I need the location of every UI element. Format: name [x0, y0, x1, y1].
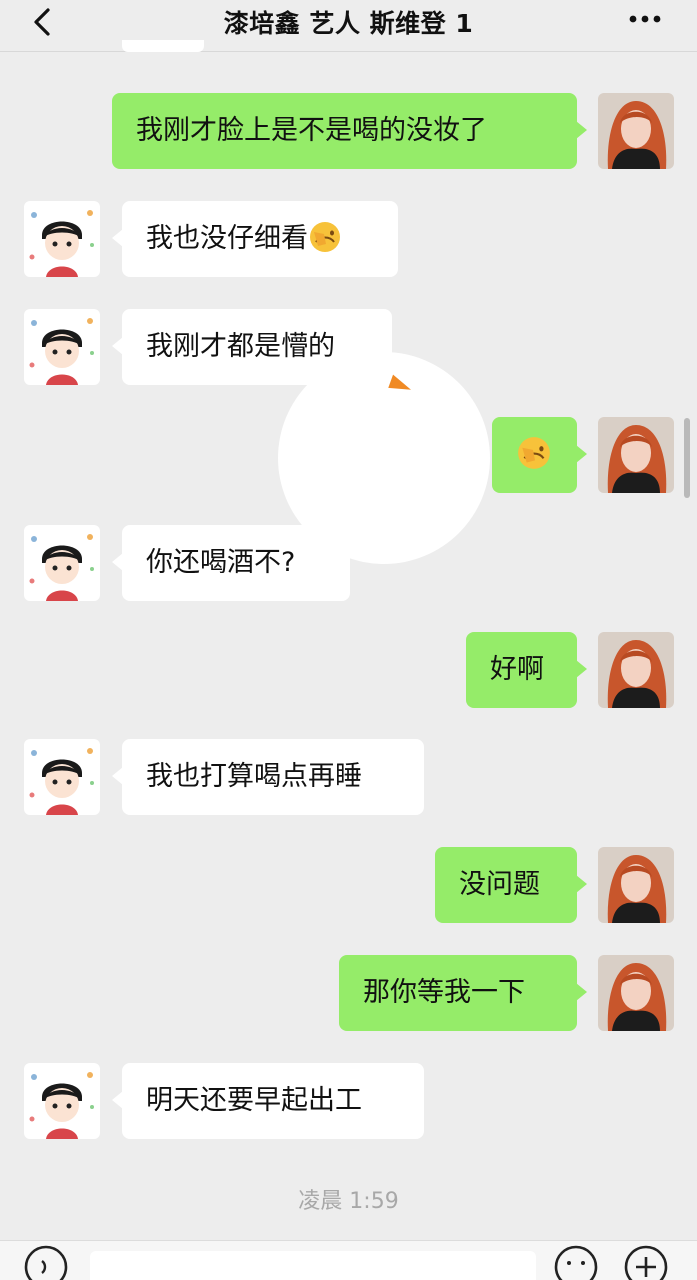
message-text: 我也没仔细看	[146, 223, 308, 254]
scrollbar[interactable]	[684, 418, 690, 498]
chat-header: 漆培鑫 艺人 斯维登 1	[0, 0, 697, 52]
partial-bubble	[122, 40, 204, 52]
message-text: 你还喝酒不?	[146, 547, 296, 578]
message-input[interactable]	[90, 1251, 536, 1280]
message-bubble[interactable]: 明天还要早起出工	[112, 1063, 424, 1139]
message-text: 我也打算喝点再睡	[146, 761, 362, 792]
message-bubble[interactable]: 我也打算喝点再睡	[112, 739, 424, 815]
contact-avatar[interactable]	[24, 739, 100, 815]
message-text: 我刚才都是懵的	[146, 331, 335, 362]
my-avatar[interactable]	[598, 847, 674, 923]
facepalm-emoji	[518, 436, 550, 469]
my-avatar[interactable]	[598, 955, 674, 1031]
input-bar	[0, 1240, 697, 1280]
contact-avatar[interactable]	[24, 1063, 100, 1139]
message-text: 没问题	[459, 869, 540, 900]
message-bubble[interactable]: 没问题	[435, 847, 587, 923]
message-text: 那你等我一下	[363, 977, 525, 1008]
message-text: 明天还要早起出工	[146, 1085, 362, 1116]
voice-icon[interactable]	[22, 1243, 70, 1280]
message-bubble[interactable]: 那你等我一下	[339, 955, 587, 1031]
contact-avatar[interactable]	[24, 201, 100, 277]
more-dots-icon[interactable]	[625, 6, 665, 32]
message-text: 好啊	[490, 654, 544, 685]
message-bubble[interactable]: 我刚才脸上是不是喝的没妆了	[112, 93, 587, 169]
chat-title: 漆培鑫 艺人 斯维登 1	[223, 9, 474, 38]
contact-avatar[interactable]	[24, 309, 100, 385]
overlay-circle	[278, 352, 490, 564]
message-bubble[interactable]: 好啊	[466, 632, 587, 708]
contact-avatar[interactable]	[24, 525, 100, 601]
facepalm-emoji	[310, 221, 340, 252]
message-bubble[interactable]	[492, 417, 587, 493]
message-timestamp: 凌晨 1:59	[298, 1189, 399, 1214]
plus-icon[interactable]	[622, 1243, 670, 1280]
message-text: 我刚才脸上是不是喝的没妆了	[136, 115, 487, 146]
emoji-icon[interactable]	[552, 1243, 600, 1280]
message-bubble[interactable]: 我也没仔细看	[112, 201, 398, 277]
my-avatar[interactable]	[598, 93, 674, 169]
my-avatar[interactable]	[598, 632, 674, 708]
my-avatar[interactable]	[598, 417, 674, 493]
